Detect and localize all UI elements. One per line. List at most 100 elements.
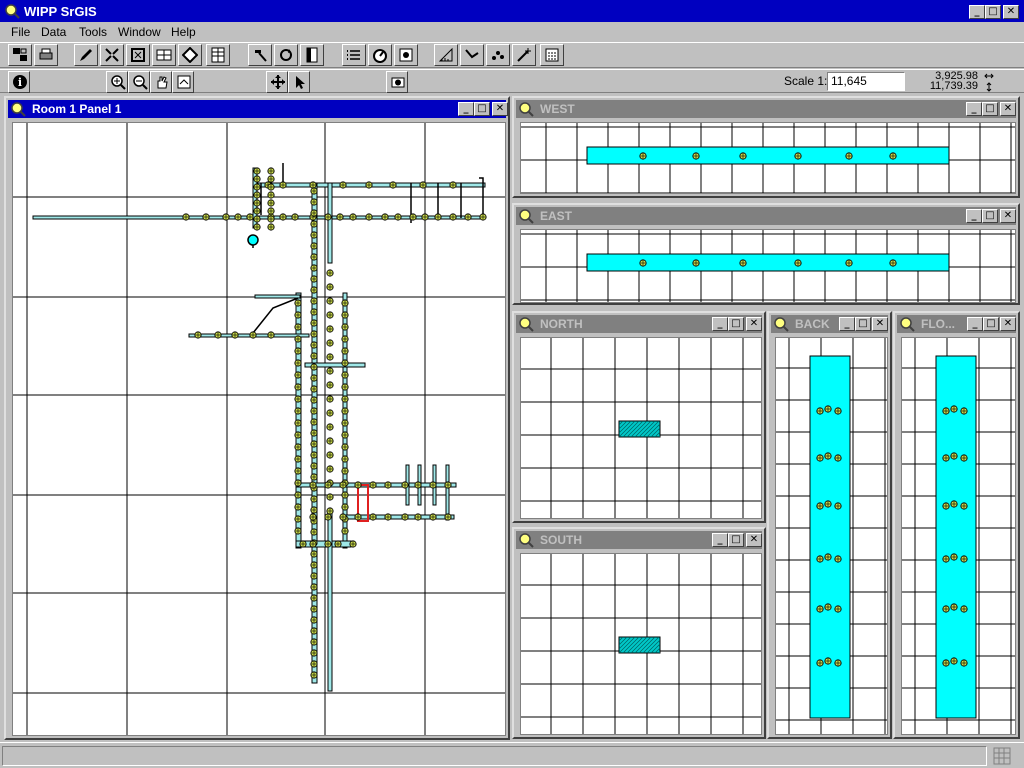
- status-bar: [0, 742, 1024, 768]
- zoom-out-icon: [133, 75, 148, 90]
- menu-bar: File Data Tools Window Help: [0, 23, 1024, 41]
- main-minimize-button[interactable]: _: [458, 102, 474, 116]
- tool-grid-button[interactable]: [152, 44, 176, 66]
- menu-data[interactable]: Data: [41, 23, 66, 41]
- app-titlebar: WIPP SrGIS _ □ ✕: [0, 0, 1024, 22]
- app-minimize-button[interactable]: _: [969, 5, 985, 19]
- floor-maximize-button[interactable]: □: [983, 317, 999, 331]
- main-map-titlebar[interactable]: Room 1 Panel 1 _ □ ✕: [8, 100, 508, 118]
- tool-list-button[interactable]: [342, 44, 366, 66]
- tool-extent-button[interactable]: [100, 44, 124, 66]
- shaft-marker[interactable]: [247, 234, 259, 246]
- scale-input[interactable]: 11,645: [827, 72, 905, 91]
- east-maximize-button[interactable]: □: [982, 209, 998, 223]
- printer-icon: [39, 48, 53, 60]
- pan-button[interactable]: [150, 71, 172, 93]
- toolbar-navigation: i Scale 1: 11,645 3,925.98 11,739.39: [0, 69, 1024, 93]
- east-minimize-button[interactable]: _: [966, 209, 982, 223]
- window-icon: [519, 317, 534, 332]
- zoom-in-icon: [111, 75, 126, 90]
- main-map-canvas[interactable]: [12, 122, 506, 736]
- tool-line-button[interactable]: [460, 44, 484, 66]
- floor-titlebar[interactable]: FLO... _ □ ✕: [897, 315, 1016, 333]
- west-maximize-button[interactable]: □: [982, 102, 998, 116]
- map-tile-icon[interactable]: [993, 747, 1011, 765]
- menu-help[interactable]: Help: [171, 23, 196, 41]
- menu-window[interactable]: Window: [118, 23, 161, 41]
- tool-edit-button[interactable]: [74, 44, 98, 66]
- floor-minimize-button[interactable]: _: [967, 317, 983, 331]
- pan-hand-icon: [157, 76, 168, 89]
- tool-calc-button[interactable]: [540, 44, 564, 66]
- south-close-button[interactable]: ✕: [746, 533, 762, 547]
- select-button[interactable]: [288, 71, 310, 93]
- gauge-icon: [373, 49, 387, 63]
- back-maximize-button[interactable]: □: [855, 317, 871, 331]
- south-maximize-button[interactable]: □: [728, 533, 744, 547]
- west-titlebar[interactable]: WEST _ □ ✕: [516, 100, 1016, 118]
- tool-table-button[interactable]: [206, 44, 230, 66]
- tool-gauge-button[interactable]: [368, 44, 392, 66]
- main-close-button[interactable]: ✕: [492, 102, 508, 116]
- grid-icon: [156, 49, 172, 61]
- west-title: WEST: [540, 102, 575, 116]
- menu-file[interactable]: File: [11, 23, 30, 41]
- south-minimize-button[interactable]: _: [712, 533, 728, 547]
- diamond-icon: [182, 47, 198, 63]
- tool-refresh-button[interactable]: [274, 44, 298, 66]
- tool-fullextent-button[interactable]: [126, 44, 150, 66]
- main-maximize-button[interactable]: □: [474, 102, 490, 116]
- back-titlebar[interactable]: BACK _ □ ✕: [771, 315, 888, 333]
- north-titlebar[interactable]: NORTH _ □ ✕: [516, 315, 762, 333]
- info-button[interactable]: i: [8, 71, 30, 93]
- window-icon: [519, 533, 534, 548]
- tool-identify-button[interactable]: [178, 44, 202, 66]
- move-icon: [271, 75, 285, 89]
- back-close-button[interactable]: ✕: [872, 317, 888, 331]
- north-canvas[interactable]: [520, 337, 762, 519]
- mine-tunnel-map[interactable]: [13, 123, 506, 736]
- menu-tools[interactable]: Tools: [79, 23, 107, 41]
- west-minimize-button[interactable]: _: [966, 102, 982, 116]
- tool-points-button[interactable]: [486, 44, 510, 66]
- back-title: BACK: [795, 317, 830, 331]
- zoom-out-button[interactable]: [128, 71, 150, 93]
- tool-page-button[interactable]: [300, 44, 324, 66]
- info-icon: i: [13, 75, 27, 89]
- app-close-button[interactable]: ✕: [1003, 5, 1019, 19]
- west-canvas[interactable]: [520, 122, 1016, 194]
- table-icon: [211, 47, 225, 63]
- tool-hammer-button[interactable]: [248, 44, 272, 66]
- south-window: SOUTH _ □ ✕: [512, 527, 766, 739]
- north-minimize-button[interactable]: _: [712, 317, 728, 331]
- move-button[interactable]: [266, 71, 288, 93]
- scale-label: Scale 1:: [784, 74, 828, 88]
- back-canvas[interactable]: [775, 337, 888, 735]
- south-canvas[interactable]: [520, 553, 762, 735]
- camera-button[interactable]: [386, 71, 408, 93]
- back-minimize-button[interactable]: _: [839, 317, 855, 331]
- floor-canvas[interactable]: [901, 337, 1016, 735]
- east-close-button[interactable]: ✕: [1000, 209, 1016, 223]
- measure-icon: [438, 47, 453, 62]
- south-titlebar[interactable]: SOUTH _ □ ✕: [516, 531, 762, 549]
- camera-icon: [391, 77, 405, 88]
- scale-value: 11,645: [831, 74, 867, 88]
- zoom-in-button[interactable]: [106, 71, 128, 93]
- app-maximize-button[interactable]: □: [985, 5, 1001, 19]
- tool-network-button[interactable]: [394, 44, 418, 66]
- overview-button[interactable]: [172, 71, 194, 93]
- north-close-button[interactable]: ✕: [746, 317, 762, 331]
- tool-measure-button[interactable]: [434, 44, 458, 66]
- points-icon: [492, 51, 504, 60]
- window-icon: [519, 102, 534, 117]
- layers-button[interactable]: [8, 44, 32, 66]
- east-titlebar[interactable]: EAST _ □ ✕: [516, 207, 1016, 225]
- tool-wand-button[interactable]: [512, 44, 536, 66]
- floor-close-button[interactable]: ✕: [1000, 317, 1016, 331]
- main-map-window: Room 1 Panel 1 _ □ ✕: [4, 96, 510, 740]
- north-maximize-button[interactable]: □: [728, 317, 744, 331]
- west-close-button[interactable]: ✕: [1000, 102, 1016, 116]
- print-button[interactable]: [34, 44, 58, 66]
- east-canvas[interactable]: [520, 229, 1016, 303]
